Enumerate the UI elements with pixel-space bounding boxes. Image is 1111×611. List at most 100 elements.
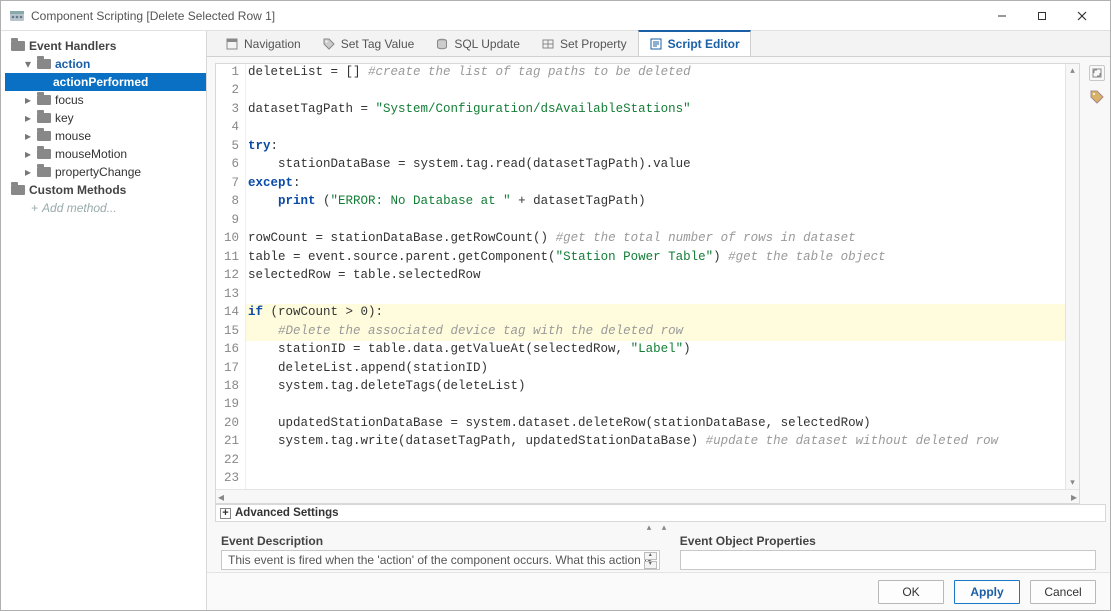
line-number: 11	[216, 249, 246, 267]
add-method-link[interactable]: +Add method...	[5, 201, 206, 215]
code-scroll[interactable]: 1deleteList = [] #create the list of tag…	[216, 64, 1079, 489]
tab-sql-update[interactable]: SQL Update	[425, 31, 531, 56]
code-src[interactable]	[246, 82, 1065, 100]
tab-script-editor[interactable]: Script Editor	[638, 30, 751, 56]
close-button[interactable]	[1062, 2, 1102, 30]
code-src[interactable]: system.tag.write(datasetTagPath, updated…	[246, 433, 1065, 451]
code-line[interactable]: 16 stationID = table.data.getValueAt(sel…	[216, 341, 1065, 359]
code-src[interactable]	[246, 396, 1065, 414]
code-src[interactable]: table = event.source.parent.getComponent…	[246, 249, 1065, 267]
line-number: 17	[216, 360, 246, 378]
sidebar-item-mouseMotion[interactable]: ▸mouseMotion	[5, 145, 206, 163]
minimize-button[interactable]	[982, 2, 1022, 30]
spin-up-icon[interactable]: ▴	[644, 552, 657, 560]
code-line[interactable]: 18 system.tag.deleteTags(deleteList)	[216, 378, 1065, 396]
sidebar-item-label: focus	[55, 93, 84, 107]
code-line[interactable]: 15 #Delete the associated device tag wit…	[216, 323, 1065, 341]
code-src[interactable]	[246, 212, 1065, 230]
sidebar-item-key[interactable]: ▸key	[5, 109, 206, 127]
code-src[interactable]: deleteList = [] #create the list of tag …	[246, 64, 1065, 82]
code-src[interactable]: #Delete the associated device tag with t…	[246, 323, 1065, 341]
folder-icon	[11, 185, 25, 195]
code-src[interactable]: rowCount = stationDataBase.getRowCount()…	[246, 230, 1065, 248]
code-src[interactable]: updatedStationDataBase = system.dataset.…	[246, 415, 1065, 433]
window-root: Component Scripting [Delete Selected Row…	[0, 0, 1111, 611]
vertical-scrollbar[interactable]: ▴ ▾	[1065, 64, 1079, 489]
sidebar-item-actionPerformed[interactable]: actionPerformed	[5, 73, 206, 91]
code-line[interactable]: 12selectedRow = table.selectedRow	[216, 267, 1065, 285]
scroll-up-icon[interactable]: ▴	[1070, 64, 1075, 77]
editor-wrap: 1deleteList = [] #create the list of tag…	[207, 57, 1110, 504]
line-number: 12	[216, 267, 246, 285]
sidebar-item-mouse[interactable]: ▸mouse	[5, 127, 206, 145]
sidebar-item-action[interactable]: ▾action	[5, 55, 206, 73]
code-line[interactable]: 2	[216, 82, 1065, 100]
tab-set-property[interactable]: Set Property	[531, 31, 638, 56]
scroll-right-icon[interactable]: ▸	[1071, 490, 1077, 504]
code-src[interactable]: selectedRow = table.selectedRow	[246, 267, 1065, 285]
code-line[interactable]: 7except:	[216, 175, 1065, 193]
db-icon	[435, 37, 449, 51]
ok-button[interactable]: OK	[878, 580, 944, 604]
code-src[interactable]	[246, 286, 1065, 304]
code-line[interactable]: 17 deleteList.append(stationID)	[216, 360, 1065, 378]
code-line[interactable]: 4	[216, 119, 1065, 137]
code-src[interactable]: system.tag.deleteTags(deleteList)	[246, 378, 1065, 396]
line-number: 15	[216, 323, 246, 341]
code-line[interactable]: 11table = event.source.parent.getCompone…	[216, 249, 1065, 267]
code-line[interactable]: 3datasetTagPath = "System/Configuration/…	[216, 101, 1065, 119]
event-description-label: Event Description	[221, 534, 660, 548]
tab-label: Set Tag Value	[341, 37, 415, 51]
code-src[interactable]	[246, 119, 1065, 137]
event-description-box[interactable]: This event is fired when the 'action' of…	[221, 550, 660, 570]
code-src[interactable]: deleteList.append(stationID)	[246, 360, 1065, 378]
code-src[interactable]: try:	[246, 138, 1065, 156]
spin-down-icon[interactable]: ▾	[644, 561, 657, 569]
code-line[interactable]: 14if (rowCount > 0):	[216, 304, 1065, 322]
line-number: 13	[216, 286, 246, 304]
code-src[interactable]: except:	[246, 175, 1065, 193]
maximize-button[interactable]	[1022, 2, 1062, 30]
code-line[interactable]: 23	[216, 470, 1065, 489]
tab-set-tag-value[interactable]: Set Tag Value	[312, 31, 426, 56]
pane-collapse-handle[interactable]: ▴ ▴	[207, 522, 1110, 530]
code-editor[interactable]: 1deleteList = [] #create the list of tag…	[215, 63, 1080, 504]
sidebar-item-propertyChange[interactable]: ▸propertyChange	[5, 163, 206, 181]
tag-icon[interactable]	[1089, 89, 1105, 105]
cancel-button[interactable]: Cancel	[1030, 580, 1096, 604]
code-line[interactable]: 9	[216, 212, 1065, 230]
code-line[interactable]: 20 updatedStationDataBase = system.datas…	[216, 415, 1065, 433]
code-src[interactable]	[246, 452, 1065, 470]
event-object-box[interactable]	[680, 550, 1096, 570]
folder-icon	[37, 113, 51, 123]
line-number: 7	[216, 175, 246, 193]
line-number: 19	[216, 396, 246, 414]
code-src[interactable]: datasetTagPath = "System/Configuration/d…	[246, 101, 1065, 119]
scroll-down-icon[interactable]: ▾	[1070, 476, 1075, 489]
code-line[interactable]: 22	[216, 452, 1065, 470]
code-line[interactable]: 21 system.tag.write(datasetTagPath, upda…	[216, 433, 1065, 451]
advanced-settings-toggle[interactable]: + Advanced Settings	[215, 504, 1106, 522]
code-line[interactable]: 6 stationDataBase = system.tag.read(data…	[216, 156, 1065, 174]
code-line[interactable]: 13	[216, 286, 1065, 304]
titlebar: Component Scripting [Delete Selected Row…	[1, 1, 1110, 31]
apply-button[interactable]: Apply	[954, 580, 1020, 604]
expand-icon[interactable]	[1089, 65, 1105, 81]
code-src[interactable]: print ("ERROR: No Database at " + datase…	[246, 193, 1065, 211]
sidebar-item-label: mouse	[55, 129, 91, 143]
scroll-left-icon[interactable]: ◂	[218, 490, 224, 504]
code-line[interactable]: 1deleteList = [] #create the list of tag…	[216, 64, 1065, 82]
sidebar-item-focus[interactable]: ▸ focus	[5, 91, 206, 109]
code-line[interactable]: 19	[216, 396, 1065, 414]
code-src[interactable]: stationDataBase = system.tag.read(datase…	[246, 156, 1065, 174]
horizontal-scrollbar[interactable]: ◂ ▸	[216, 489, 1079, 503]
code-src[interactable]: if (rowCount > 0):	[246, 304, 1065, 322]
tab-navigation[interactable]: Navigation	[215, 31, 312, 56]
code-src[interactable]	[246, 470, 1065, 489]
code-src[interactable]: stationID = table.data.getValueAt(select…	[246, 341, 1065, 359]
desc-spinner[interactable]: ▴ ▾	[644, 552, 657, 569]
code-line[interactable]: 8 print ("ERROR: No Database at " + data…	[216, 193, 1065, 211]
chevron-right-icon: ▸	[23, 93, 33, 107]
code-line[interactable]: 5try:	[216, 138, 1065, 156]
code-line[interactable]: 10rowCount = stationDataBase.getRowCount…	[216, 230, 1065, 248]
